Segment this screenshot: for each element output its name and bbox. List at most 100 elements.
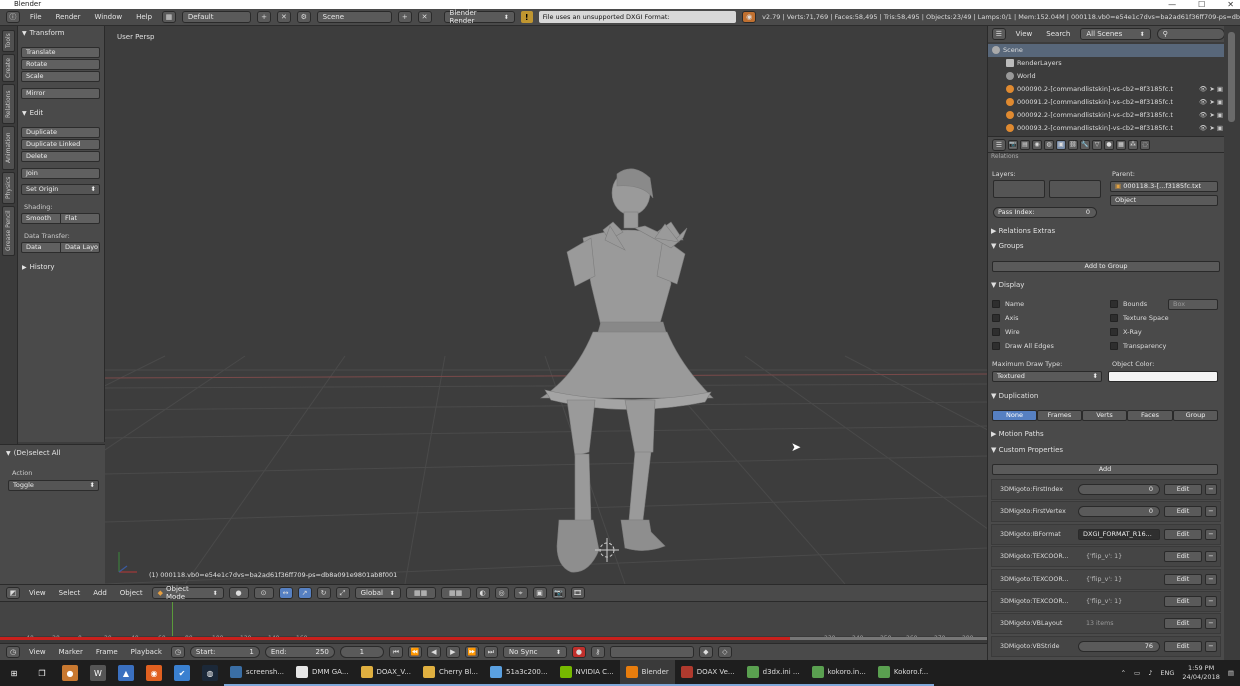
remove-icon[interactable]: −	[1205, 506, 1217, 517]
motion-paths-header[interactable]: ▶ Motion Paths	[991, 430, 1221, 438]
clock[interactable]: 1:59 PM 24/04/2018	[1182, 664, 1219, 682]
bounds-type-dropdown[interactable]: Box	[1168, 299, 1218, 310]
parent-type-dropdown[interactable]: Object	[1110, 195, 1218, 206]
render-layer-icon[interactable]: ◐	[475, 587, 490, 599]
minimize-button[interactable]: —	[1168, 0, 1176, 9]
record-icon[interactable]: ●	[571, 646, 586, 658]
custom-properties-header[interactable]: ▼ Custom Properties	[991, 446, 1221, 454]
next-keyframe-icon[interactable]: ⏩	[464, 646, 479, 658]
scale-manipulator-icon[interactable]: ⤢	[335, 587, 350, 599]
taskbar-app[interactable]: d3dx.ini ...	[740, 660, 806, 686]
outliner-search-input[interactable]: ⚲	[1156, 28, 1225, 40]
jump-start-icon[interactable]: ⏮	[388, 646, 403, 658]
maximize-button[interactable]: ☐	[1198, 0, 1205, 9]
add-to-group-button[interactable]: Add to Group	[992, 261, 1220, 272]
join-button[interactable]: Join	[21, 168, 100, 179]
play-reverse-icon[interactable]: ◀	[426, 646, 441, 658]
delete-button[interactable]: Delete	[21, 151, 100, 162]
editor-type-icon[interactable]: ⓘ	[6, 11, 20, 23]
pass-index-field[interactable]: Pass Index: 0	[993, 207, 1097, 218]
modifiers-tab-icon[interactable]: 🔧	[1080, 139, 1090, 150]
editor-type-icon[interactable]: ☰	[992, 28, 1006, 40]
orientation-selector[interactable]: Global ⬍	[354, 587, 401, 599]
play-icon[interactable]: ▶	[445, 646, 460, 658]
texture-space-checkbox[interactable]: Texture Space	[1110, 314, 1169, 322]
taskbar-app-blender[interactable]: Blender	[619, 660, 675, 686]
name-checkbox[interactable]: Name	[992, 300, 1024, 308]
object-tab-icon[interactable]: ▣	[1056, 139, 1066, 150]
outliner-row-object[interactable]: 000092.2-[commandlistskin]-vs-cb2=8f3185…	[988, 109, 1225, 122]
groups-header[interactable]: ▼ Groups	[991, 242, 1221, 250]
edit-button[interactable]: Edit	[1164, 574, 1202, 585]
transparency-checkbox[interactable]: Transparency	[1110, 342, 1166, 350]
menu-help[interactable]: Help	[132, 13, 156, 21]
history-panel-header[interactable]: ▶ History	[22, 263, 55, 271]
mic-icon[interactable]: ●	[62, 665, 78, 681]
edit-panel-header[interactable]: ▼ Edit	[22, 109, 43, 117]
operator-panel-header[interactable]: ▼ (De)select All	[6, 449, 61, 457]
rotate-button[interactable]: Rotate	[21, 59, 100, 70]
action-dropdown[interactable]: Toggle ⬍	[8, 480, 99, 491]
taskbar-app[interactable]: kokoro.in...	[805, 660, 872, 686]
translate-manipulator-icon[interactable]: ↗	[297, 587, 312, 599]
render-tab-icon[interactable]: 📷	[1008, 139, 1018, 150]
network-icon[interactable]: ▭	[1134, 669, 1140, 677]
edit-button[interactable]: Edit	[1164, 551, 1202, 562]
tab-relations[interactable]: Relations	[2, 84, 15, 124]
outliner-row-renderlayers[interactable]: RenderLayers	[988, 57, 1225, 70]
app-icon[interactable]: W	[90, 665, 106, 681]
menu-frame[interactable]: Frame	[92, 648, 122, 656]
tab-create[interactable]: Create	[2, 54, 15, 82]
app-icon[interactable]: ✔	[174, 665, 190, 681]
taskbar-app[interactable]: screensh...	[224, 660, 291, 686]
render-layers-tab-icon[interactable]: ▤	[1020, 139, 1030, 150]
remove-icon[interactable]: −	[1205, 529, 1217, 540]
edit-button[interactable]: Edit	[1164, 484, 1202, 495]
property-value[interactable]: DXGI_FORMAT_R16...	[1078, 529, 1160, 540]
property-value[interactable]: 0	[1078, 484, 1160, 495]
pivot-point-icon[interactable]: ⊙	[253, 587, 274, 599]
taskbar-app[interactable]: DOAX_V...	[354, 660, 417, 686]
app-icon[interactable]: ▲	[118, 665, 134, 681]
duplicate-linked-button[interactable]: Duplicate Linked	[21, 139, 100, 150]
outliner-row-object[interactable]: 000093.2-[commandlistskin]-vs-cb2=8f3185…	[988, 122, 1225, 135]
scale-button[interactable]: Scale	[21, 71, 100, 82]
dup-group-button[interactable]: Group	[1173, 410, 1218, 421]
taskbar-app[interactable]: NVIDIA C...	[553, 660, 620, 686]
smooth-button[interactable]: Smooth	[21, 213, 61, 224]
mode-selector[interactable]: ◆ Object Mode ⬍	[151, 585, 224, 601]
duplication-header[interactable]: ▼ Duplication	[991, 392, 1221, 400]
transform-panel-header[interactable]: ▼ Transform	[22, 29, 64, 37]
insert-keyframe-icon[interactable]: ◆	[698, 646, 713, 658]
preview-range-icon[interactable]: ◷	[170, 646, 185, 658]
taskbar-app[interactable]: Kokoro.f...	[871, 660, 935, 686]
set-origin-dropdown[interactable]: Set Origin ⬍	[21, 184, 100, 195]
dup-faces-button[interactable]: Faces	[1127, 410, 1173, 421]
taskbar-app[interactable]: Cherry Bl...	[416, 660, 484, 686]
outliner-row-scene[interactable]: Scene	[988, 44, 1225, 57]
particles-tab-icon[interactable]: ⁂	[1128, 139, 1138, 150]
constraints-tab-icon[interactable]: ⛓	[1068, 139, 1078, 150]
language-indicator[interactable]: ENG	[1160, 669, 1174, 677]
physics-tab-icon[interactable]: ◌	[1140, 139, 1150, 150]
properties-scrollbar[interactable]	[1224, 26, 1240, 660]
outliner-display-mode[interactable]: All Scenes ⬍	[1080, 28, 1151, 40]
opengl-render-icon[interactable]: 📷	[551, 587, 566, 599]
keying-set-icon[interactable]: ⚷	[590, 646, 605, 658]
texture-tab-icon[interactable]: ▦	[1116, 139, 1126, 150]
dup-frames-button[interactable]: Frames	[1037, 410, 1082, 421]
start-frame-field[interactable]: Start: 1	[189, 646, 260, 658]
flat-button[interactable]: Flat	[60, 213, 100, 224]
edit-button[interactable]: Edit	[1164, 529, 1202, 540]
opengl-anim-icon[interactable]: 🎞	[570, 587, 585, 599]
remove-icon[interactable]: −	[1205, 484, 1217, 495]
add-property-button[interactable]: Add	[992, 464, 1218, 475]
remove-icon[interactable]: −	[1205, 618, 1217, 629]
material-tab-icon[interactable]: ●	[1104, 139, 1114, 150]
axis-checkbox[interactable]: Axis	[992, 314, 1019, 322]
xray-checkbox[interactable]: X-Ray	[1110, 328, 1142, 336]
taskbar-app[interactable]: DMM GA...	[290, 660, 355, 686]
edit-button[interactable]: Edit	[1164, 596, 1202, 607]
taskbar-app[interactable]: 51a3c200...	[484, 660, 554, 686]
prev-keyframe-icon[interactable]: ⏪	[407, 646, 422, 658]
